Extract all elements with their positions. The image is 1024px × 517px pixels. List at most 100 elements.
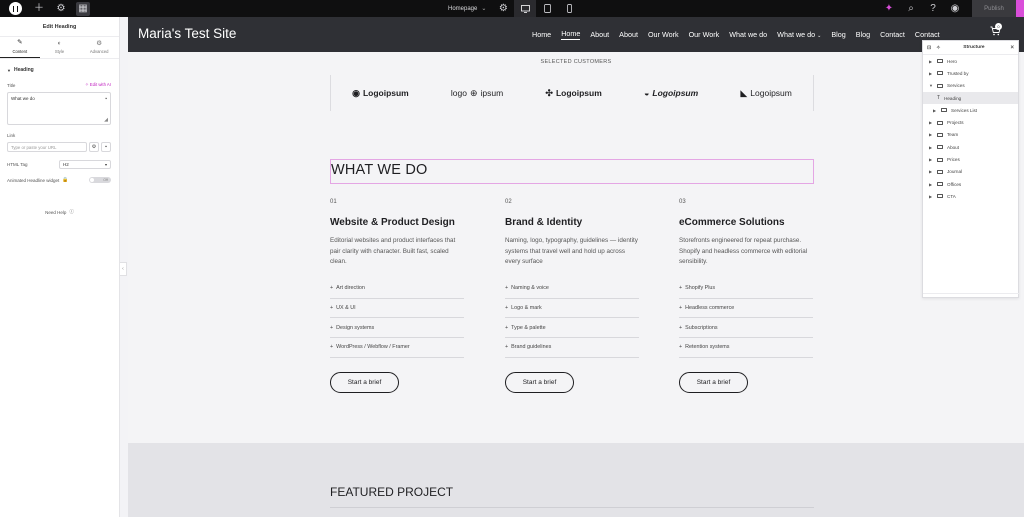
site-title[interactable]: Maria's Test Site (138, 26, 236, 41)
help-icon[interactable]: ? (926, 2, 940, 16)
cart-count-badge: 0 (995, 23, 1002, 30)
plus-icon: + (505, 344, 509, 351)
structure-item-label: Offices (947, 181, 962, 187)
heading-t-icon: T (937, 95, 941, 102)
panel-collapse-handle[interactable]: ‹ (120, 262, 127, 276)
start-brief-button[interactable]: Start a brief (330, 372, 399, 393)
page-settings-icon[interactable]: ⚙ (496, 2, 510, 16)
service-number: 01 (330, 199, 337, 205)
link-input[interactable]: Type or paste your URL (7, 142, 87, 152)
nav-item-our-work[interactable]: Our Work (689, 30, 720, 39)
nav-item-our-work[interactable]: Our Work (648, 30, 679, 39)
container-icon (937, 182, 943, 187)
structure-toggle-icon[interactable]: ▦ (76, 1, 90, 16)
search-icon[interactable]: ⌕ (904, 2, 918, 16)
structure-item-projects[interactable]: ▶ Projects (923, 116, 1018, 128)
edit-with-ai-link[interactable]: ✧ Edit with AI (85, 82, 111, 88)
nav-item-about[interactable]: About (590, 30, 609, 39)
publish-options-button[interactable] (1016, 0, 1024, 17)
add-element-icon[interactable]: ＋ (32, 2, 46, 16)
site-header: Maria's Test Site Home Home About About … (128, 17, 1024, 52)
link-options-gear-icon[interactable]: ⚙ (89, 142, 99, 152)
structure-panel: ⊡ ✧ Structure × ▶ Hero ▶ Trusted by ▼ Servi… (922, 40, 1020, 298)
nav-item-home[interactable]: Home (532, 30, 551, 39)
caret-right-icon: ▶ (929, 193, 933, 199)
nav-item-contact[interactable]: Contact (915, 30, 940, 39)
dock-icon[interactable]: ⊡ (927, 45, 931, 51)
plus-icon: + (330, 305, 334, 312)
list-item: + Type & palette (505, 318, 639, 339)
page-name: Homepage (448, 5, 478, 12)
tablet-device-icon[interactable] (536, 0, 558, 17)
tab-advanced[interactable]: ⚙ Advanced (79, 37, 119, 58)
gear-icon: ⚙ (96, 39, 103, 47)
start-brief-button[interactable]: Start a brief (679, 372, 748, 393)
publish-button[interactable]: Publish (972, 0, 1016, 17)
structure-item-offices[interactable]: ▶ Offices (923, 178, 1018, 190)
structure-item-journal[interactable]: ▶ Journal (923, 166, 1018, 178)
title-textarea[interactable]: What we do ▪ ◢ (7, 92, 111, 125)
elementor-logo-icon[interactable] (9, 2, 22, 15)
customer-logo-4-text: Logoipsum (652, 88, 699, 98)
preview-eye-icon[interactable]: ◉ (948, 2, 962, 16)
structure-item-heading[interactable]: T Heading (923, 91, 1018, 105)
nav-item-contact[interactable]: Contact (880, 30, 905, 39)
wave-logo-icon: ◣ (740, 87, 748, 98)
list-item: + Headless commerce (679, 299, 813, 319)
structure-item-cta[interactable]: ▶ CTA (923, 190, 1018, 202)
mobile-device-icon[interactable] (558, 0, 580, 17)
plus-icon: + (679, 324, 683, 331)
service-description: Naming, logo, typography, guidelines — i… (505, 237, 638, 265)
title-label: Title (7, 82, 16, 88)
structure-item-about[interactable]: ▶ About (923, 141, 1018, 153)
structure-header: ⊡ ✧ Structure × (923, 41, 1018, 55)
ai-notes-icon[interactable]: ✦ (882, 2, 896, 16)
desktop-device-icon[interactable] (514, 0, 536, 17)
structure-item-trusted-by[interactable]: ▶ Trusted by (923, 67, 1018, 79)
nav-item-what-we-do-dropdown[interactable]: What we do ⌄ (777, 30, 821, 39)
nav-item-about[interactable]: About (619, 30, 638, 39)
caret-right-icon: ▶ (929, 181, 933, 187)
container-icon (937, 132, 943, 137)
customer-logo-2: logo ⊕ ipsum (451, 88, 503, 99)
start-brief-button[interactable]: Start a brief (505, 372, 574, 393)
resize-handle-icon[interactable]: ◢ (104, 117, 108, 123)
need-help-link[interactable]: Need Help ⓘ (0, 209, 119, 215)
customers-label: SELECTED CUSTOMERS (540, 59, 612, 65)
link-field-row: Link (0, 130, 119, 140)
site-settings-icon[interactable]: ⚙ (54, 2, 68, 16)
service-number: 02 (505, 199, 512, 205)
animated-headline-toggle[interactable]: Off (89, 177, 111, 183)
structure-item-hero[interactable]: ▶ Hero (923, 55, 1018, 67)
structure-item-services[interactable]: ▼ Services (923, 80, 1018, 92)
dynamic-tags-icon[interactable]: ▪ (105, 96, 107, 102)
tab-style[interactable]: ◐ Style (40, 37, 80, 58)
device-switcher (514, 0, 580, 17)
list-item-label: Brand guidelines (511, 344, 552, 351)
plus-icon: + (505, 285, 509, 292)
service-column-1: 01 Website & Product Design Editorial we… (330, 199, 464, 393)
ai-structure-icon[interactable]: ✧ (936, 45, 940, 51)
tab-content[interactable]: ✎ Content (0, 37, 40, 58)
structure-resize-bar[interactable] (923, 293, 1020, 294)
section-heading-toggle[interactable]: ▼ Heading (0, 62, 119, 78)
selected-heading-widget[interactable]: WHAT WE DO (330, 159, 814, 184)
structure-item-services-list[interactable]: ▶ Services List (923, 104, 1018, 116)
html-tag-select[interactable]: H2 ▾ (59, 159, 111, 169)
structure-item-label: Journal (947, 169, 963, 175)
structure-item-prices[interactable]: ▶ Prices (923, 153, 1018, 165)
nav-item-home-active[interactable]: Home (561, 29, 581, 40)
nav-item-blog[interactable]: Blog (856, 30, 870, 39)
structure-item-team[interactable]: ▶ Team (923, 129, 1018, 141)
list-item: + Logo & mark (505, 299, 639, 319)
animated-headline-label-wrap: Animated Headline widget 🔒 (7, 177, 69, 183)
nav-item-what-we-do[interactable]: What we do (729, 30, 767, 39)
toggle-label: Off (103, 178, 108, 182)
container-icon (937, 157, 943, 162)
page-selector[interactable]: Homepage ⌄ ⚙ (448, 0, 514, 17)
nav-item-blog[interactable]: Blog (831, 30, 845, 39)
lock-icon: 🔒 (62, 177, 69, 183)
structure-item-label: CTA (947, 193, 956, 199)
close-icon[interactable]: × (1010, 45, 1014, 51)
link-dynamic-tags-icon[interactable]: ▪ (101, 142, 111, 152)
